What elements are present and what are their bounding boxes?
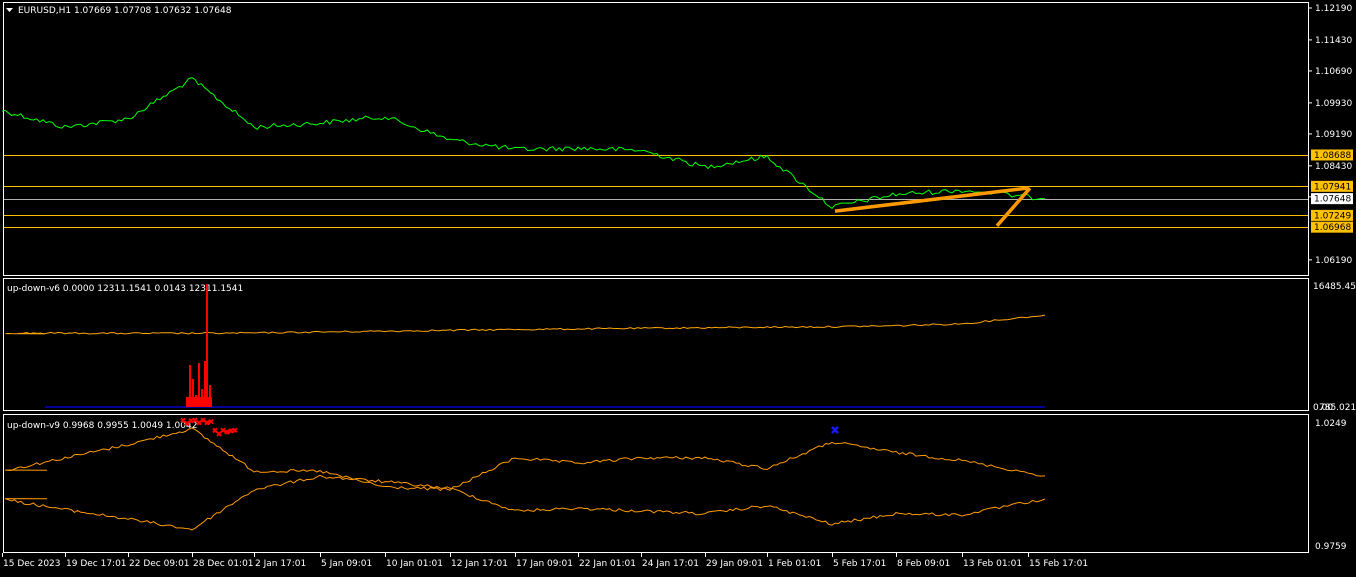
v9-red-marker (228, 428, 234, 434)
level-tag-label: 1.07648 (1314, 195, 1351, 205)
price-tick-label: 1.12190 (1315, 4, 1352, 14)
v9-red-marker (196, 420, 202, 426)
time-tick-label: 15 Dec 2023 (3, 559, 61, 569)
price-series (1, 77, 1045, 209)
v9-red-marker (216, 431, 222, 437)
time-tick-label: 8 Feb 09:01 (897, 559, 950, 569)
trading-chart[interactable]: EURUSD,H1 1.07669 1.07708 1.07632 1.0764… (0, 0, 1356, 573)
time-tick-label: 12 Jan 17:01 (451, 559, 508, 569)
v9-red-marker (208, 418, 214, 425)
v9-red-marker (180, 417, 186, 424)
price-tick-label: 1.06190 (1315, 256, 1352, 266)
v9-red-marker (212, 427, 218, 434)
price-tick-label: 1.10690 (1315, 67, 1352, 77)
time-tick-label: 5 Feb 17:01 (833, 559, 886, 569)
v6-bar-cluster (186, 397, 212, 407)
level-tag-label: 1.06968 (1314, 223, 1351, 233)
v9-red-marker (224, 429, 230, 435)
level-tag-label: 1.07941 (1314, 182, 1351, 192)
v9-red-marker (192, 417, 198, 423)
v9-red-marker (188, 418, 194, 424)
time-tick-label: 5 Jan 09:01 (321, 559, 372, 569)
time-tick-label: 29 Jan 09:01 (706, 559, 763, 569)
v9-upper-line (5, 427, 1046, 492)
main-header: EURUSD,H1 1.07669 1.07708 1.07632 1.0764… (18, 6, 232, 16)
v9-top-value: 1.0249 (1315, 419, 1347, 429)
v9-panel-frame (3, 414, 1309, 553)
v9-red-marker (184, 420, 190, 427)
price-axis: 1.12190 1.11430 1.10690 1.09930 1.09190 1.084… (1308, 4, 1353, 266)
v9-red-marker (200, 417, 206, 423)
time-tick-label: 22 Jan 01:01 (579, 559, 636, 569)
price-tick-label: 1.11430 (1315, 36, 1352, 46)
level-tag-label: 1.08688 (1314, 151, 1351, 161)
time-tick-label: 13 Feb 01:01 (963, 559, 1022, 569)
time-tick-label: 15 Feb 17:01 (1029, 559, 1088, 569)
time-tick-label: 28 Dec 01:01 (193, 559, 254, 569)
v9-blue-marker (831, 426, 839, 434)
v6-bottom-value-2: 785.0214 (1319, 403, 1356, 413)
v9-red-marker (220, 427, 226, 434)
time-tick-label: 10 Jan 01:01 (386, 559, 443, 569)
trend-arrow (834, 186, 1032, 227)
v6-plot (5, 284, 1046, 408)
time-tick-label: 24 Jan 17:01 (642, 559, 699, 569)
price-tick-label: 1.08430 (1315, 162, 1352, 172)
level-tag-label: 1.07249 (1314, 211, 1351, 221)
price-tick-label: 1.09190 (1315, 130, 1352, 140)
time-tick-label: 19 Dec 17:01 (66, 559, 127, 569)
time-tick-label: 22 Dec 09:01 (129, 559, 190, 569)
v6-top-value: 16485.450 (1313, 282, 1356, 292)
price-tick-label: 1.09930 (1315, 99, 1352, 109)
v6-line (5, 314, 1046, 335)
v9-red-marker (204, 420, 210, 426)
time-tick-label: 17 Jan 09:01 (516, 559, 573, 569)
v9-lower-line (5, 474, 1046, 531)
horizontal-levels (4, 155, 1308, 228)
time-tick-label: 1 Feb 01:01 (768, 559, 821, 569)
price-line (1, 77, 1045, 209)
symbol-dropdown-icon[interactable] (6, 8, 13, 12)
time-tick-label: 2 Jan 17:01 (255, 559, 306, 569)
trend-line-arrow (995, 186, 1032, 227)
v9-plot (5, 417, 1046, 531)
time-axis: 15 Dec 2023 19 Dec 17:01 22 Dec 09:01 28 De… (2, 553, 1088, 569)
v9-header: up-down-v9 0.9968 0.9955 1.0049 1.0042 (7, 421, 197, 431)
v9-red-marker (232, 427, 238, 433)
main-panel-frame (3, 2, 1309, 276)
v9-bottom-value: 0.9759 (1315, 542, 1347, 552)
